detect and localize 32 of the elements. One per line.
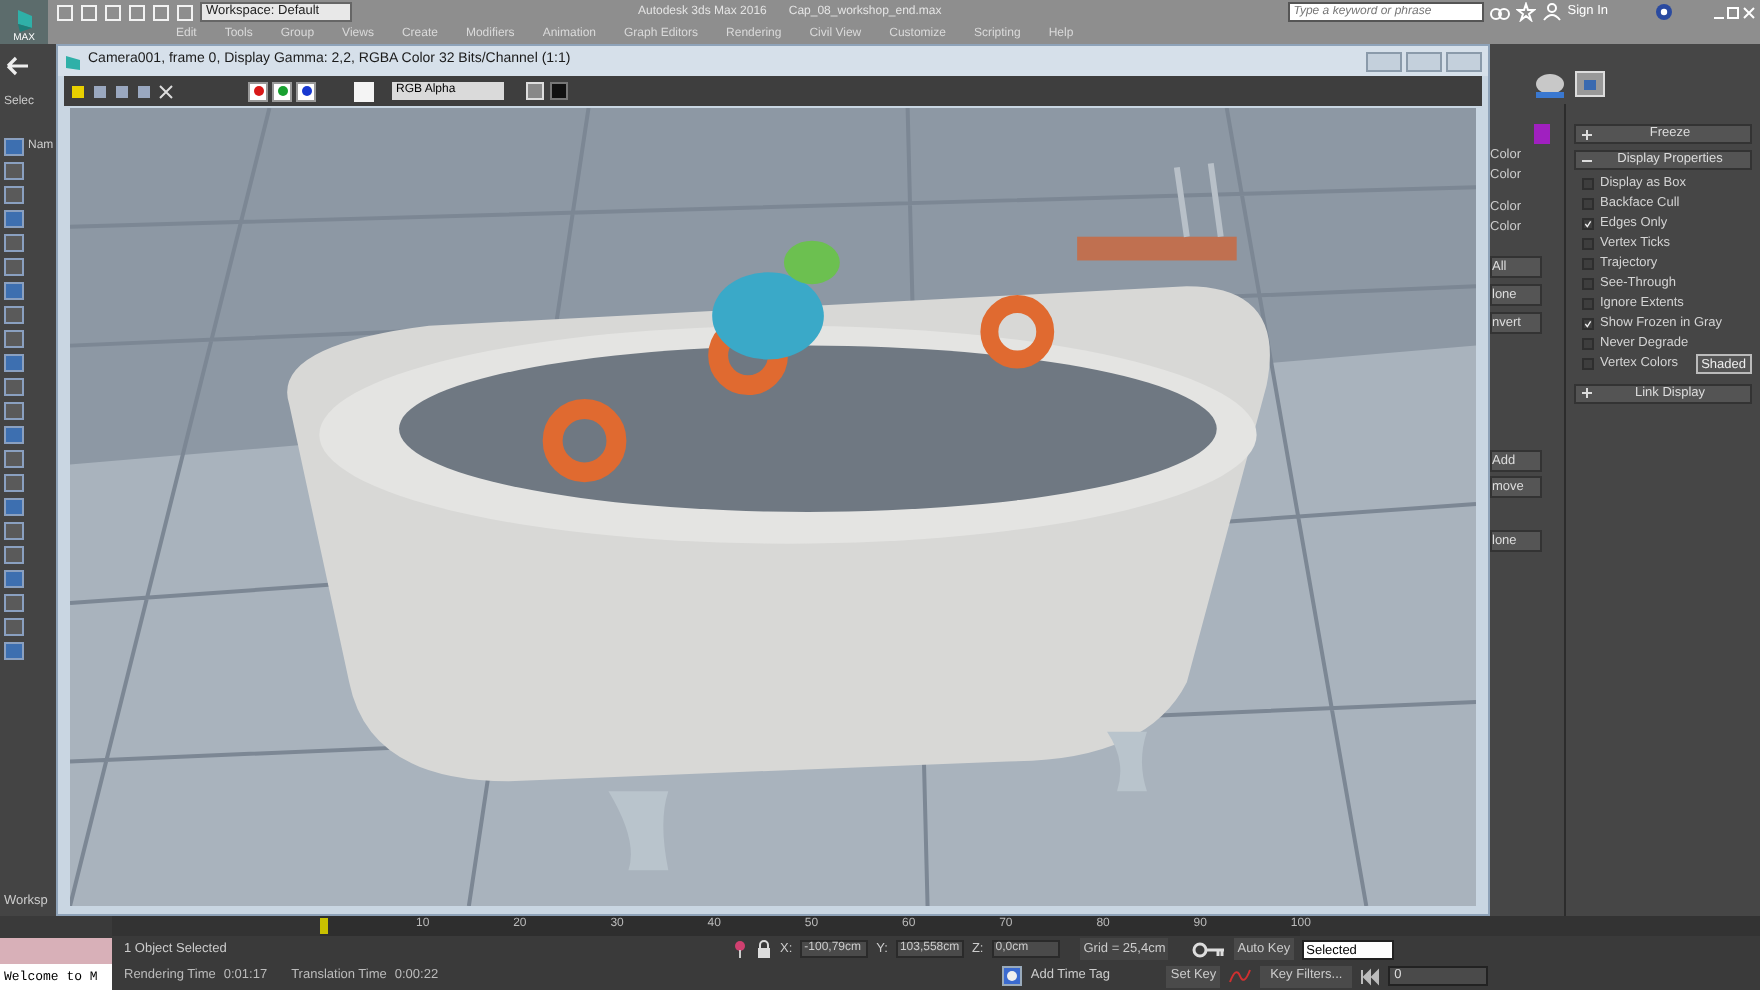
pin-icon[interactable]: [732, 939, 748, 959]
window-controls-icon[interactable]: [1712, 3, 1756, 21]
checkbox[interactable]: [1582, 178, 1594, 191]
time-tag-icon[interactable]: [1002, 966, 1023, 986]
key-icon[interactable]: [1191, 939, 1226, 959]
listener-input[interactable]: [0, 938, 112, 964]
maximize-button[interactable]: [1406, 51, 1442, 71]
expand-icon: [1580, 386, 1594, 400]
minimize-button[interactable]: [1366, 51, 1402, 71]
checkbox[interactable]: [1582, 258, 1594, 271]
checkbox[interactable]: [1582, 358, 1594, 371]
time-slider[interactable]: [320, 918, 328, 934]
close-button[interactable]: [1446, 51, 1482, 71]
close-icon[interactable]: [158, 83, 174, 99]
checkbox[interactable]: [1582, 298, 1594, 311]
go-to-start-icon[interactable]: [1360, 967, 1381, 985]
help-icon[interactable]: [1654, 2, 1674, 22]
curve-icon[interactable]: [1228, 966, 1253, 986]
app-icon: [64, 51, 82, 71]
checkbox[interactable]: [1582, 218, 1594, 231]
checkbox[interactable]: [1582, 238, 1594, 251]
binoculars-icon[interactable]: [1489, 3, 1510, 21]
checkbox[interactable]: [1582, 338, 1594, 351]
color-swatch[interactable]: [354, 81, 374, 101]
checkbox[interactable]: [1582, 278, 1594, 291]
user-icon[interactable]: [1541, 2, 1562, 22]
star-icon[interactable]: [1515, 2, 1536, 22]
object-color-swatch[interactable]: [1534, 124, 1550, 144]
checkbox[interactable]: [1582, 198, 1594, 211]
lock-icon[interactable]: [756, 939, 772, 959]
checkbox[interactable]: [1582, 318, 1594, 331]
expand-icon: [1580, 127, 1594, 141]
